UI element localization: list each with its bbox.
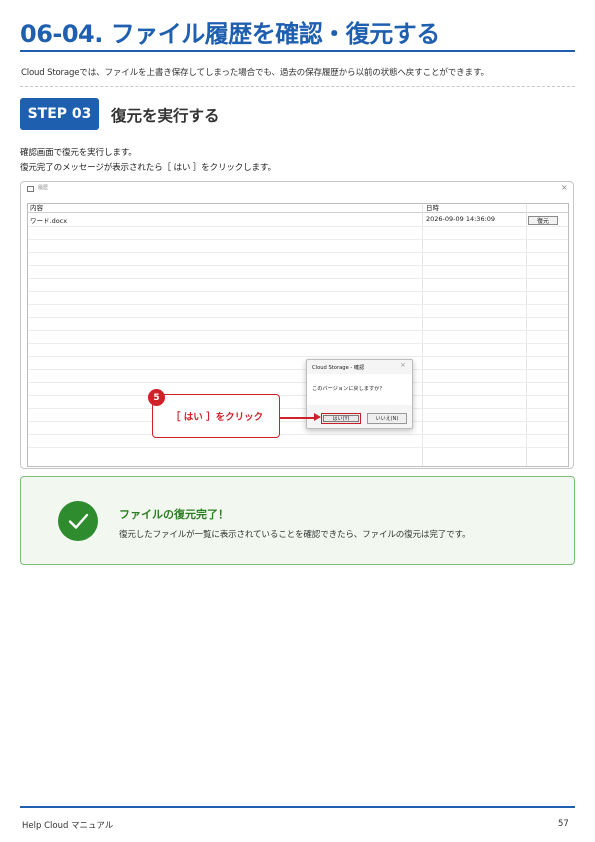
dialog-close-icon[interactable]: ×: [400, 361, 406, 369]
no-button[interactable]: いいえ(N): [367, 413, 407, 424]
row-divider: [28, 252, 568, 253]
history-table: 内容 日時 ワード.docx 2026-09-09 14:36:09 復元: [27, 203, 569, 467]
footer-divider: [20, 806, 575, 808]
row-divider: [28, 291, 568, 292]
column-divider: [526, 204, 527, 466]
row-divider: [28, 278, 568, 279]
row-file-name[interactable]: ワード.docx: [30, 215, 67, 225]
success-description: 復元したファイルが一覧に表示されていることを確認できたら、ファイルの復元は完了で…: [119, 530, 471, 540]
step-title: 復元を実行する: [111, 107, 220, 125]
row-divider: [28, 434, 568, 435]
check-glyph: [68, 513, 89, 529]
row-divider: [28, 356, 568, 357]
row-divider: [28, 226, 568, 227]
row-divider: [28, 382, 568, 383]
column-header-action: [526, 204, 568, 213]
callout-number: 5: [148, 389, 165, 406]
row-divider: [28, 369, 568, 370]
success-title: ファイルの復元完了！: [119, 508, 229, 521]
row-divider: [28, 317, 568, 318]
dialog-message: このバージョンに戻しますか？: [312, 386, 385, 392]
window-icon: [27, 186, 34, 192]
column-header-datetime[interactable]: 日時: [422, 204, 526, 213]
window-title: 履歴: [38, 185, 49, 191]
callout-arrow-line: [279, 417, 314, 419]
row-datetime: 2026-09-09 14:36:09: [426, 215, 496, 223]
row-divider: [28, 265, 568, 266]
step-instruction-1: 確認画面で復元を実行します。: [20, 148, 137, 158]
dialog-body: このバージョンに戻しますか？: [307, 374, 412, 405]
history-window-screenshot: 履歴 × 内容 日時 ワード.docx 2026-09-09 14:36:09 …: [20, 181, 574, 469]
arrow-right-icon: [314, 413, 321, 421]
close-icon[interactable]: ×: [561, 183, 568, 192]
callout-text: ［ はい ］をクリック: [171, 412, 264, 423]
row-divider: [28, 421, 568, 422]
row-divider: [28, 408, 568, 409]
footer-title: Help Cloud マニュアル: [22, 821, 114, 831]
row-divider: [28, 304, 568, 305]
intro-divider: [20, 86, 575, 87]
focus-ring: [323, 415, 359, 422]
check-icon: [58, 501, 98, 541]
step-instruction-2: 復元完了のメッセージが表示されたら［ はい ］をクリックします。: [20, 163, 276, 173]
page-number: 57: [558, 819, 569, 829]
row-divider: [28, 395, 568, 396]
restore-button[interactable]: 復元: [528, 216, 558, 225]
step-badge: STEP 03: [20, 98, 99, 130]
page-title: 06-04. ファイル履歴を確認・復元する: [20, 20, 440, 48]
yes-button[interactable]: はい(Y): [321, 413, 361, 424]
title-divider: [20, 50, 575, 52]
dialog-title: Cloud Storage - 確認: [312, 365, 365, 371]
window-titlebar: 履歴 ×: [21, 182, 573, 196]
confirm-dialog: Cloud Storage - 確認 × このバージョンに戻しますか？ はい(Y…: [306, 359, 413, 429]
intro-text: Cloud Storageでは、ファイルを上書き保存してしまった場合でも、過去の…: [21, 68, 489, 78]
success-box: ファイルの復元完了！ 復元したファイルが一覧に表示されていることを確認できたら、…: [20, 476, 575, 565]
column-divider: [422, 204, 423, 466]
row-divider: [28, 447, 568, 448]
row-divider: [28, 343, 568, 344]
column-header-content[interactable]: 内容: [28, 204, 422, 213]
row-divider: [28, 330, 568, 331]
row-divider: [28, 239, 568, 240]
